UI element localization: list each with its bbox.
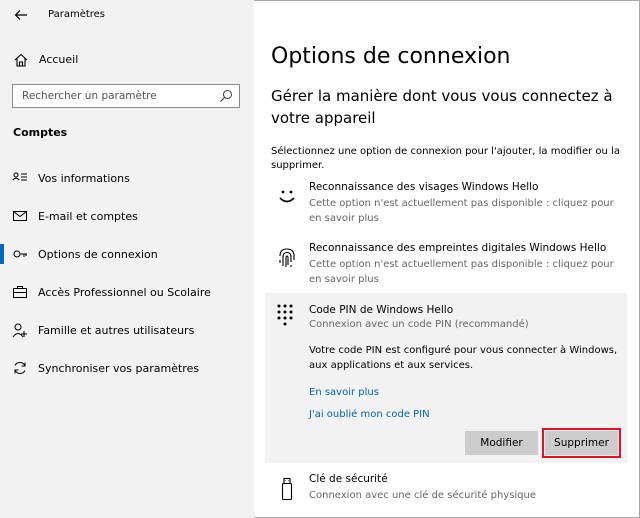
option-title: Reconnaissance des empreintes digitales … [309,242,607,254]
sidebar-item-label: Synchroniser vos paramètres [38,362,200,375]
sidebar-item-home[interactable]: Accueil [0,48,254,72]
subheading: Gérer la manière dont vous vous connecte… [271,87,613,127]
people-icon [12,323,27,338]
sidebar-item-acces-pro[interactable]: Accès Professionnel ou Scolaire [0,277,254,307]
sidebar-item-label: Vos informations [38,172,130,185]
section-label-comptes: Comptes [13,126,68,139]
app-title: Paramètres [48,9,106,20]
page-description: Sélectionnez une option de connexion pou… [271,146,620,171]
modify-button[interactable]: Modifier [465,431,538,455]
search-input[interactable] [13,85,213,107]
option-title: Clé de sécurité [309,473,388,485]
pin-subtitle: Connexion avec un code PIN (recommandé) [309,319,529,330]
sidebar-item-label: E-mail et comptes [38,210,138,223]
sidebar-item-label: Accès Professionnel ou Scolaire [38,286,211,299]
option-subtitle: Cette option n'est actuellement pas disp… [309,198,614,224]
sidebar-item-options-connexion[interactable]: Options de connexion [0,239,254,269]
briefcase-icon [13,286,27,298]
sidebar-item-label: Options de connexion [38,248,158,261]
fingerprint-icon [279,248,295,268]
sidebar-item-vos-informations[interactable]: Vos informations [0,163,254,193]
back-button[interactable] [10,5,32,25]
sidebar-item-synchroniser[interactable]: Synchroniser vos paramètres [0,353,254,383]
face-icon [279,190,295,203]
option-title: Reconnaissance des visages Windows Hello [309,181,539,193]
option-security-key[interactable]: Clé de sécurité Connexion avec une clé d… [271,473,626,509]
pin-description: Votre code PIN est configuré pour vous c… [309,345,618,371]
active-indicator [0,244,4,264]
keypad-icon [277,304,293,326]
sidebar-home-label: Accueil [39,53,79,66]
sync-icon [14,362,26,374]
person-card-icon [12,172,27,181]
option-fingerprint[interactable]: Reconnaissance des empreintes digitales … [271,242,626,290]
pin-title: Code PIN de Windows Hello [309,304,454,316]
option-face-recognition[interactable]: Reconnaissance des visages Windows Hello… [271,181,626,229]
search-icon[interactable] [219,89,233,103]
delete-button[interactable]: Supprimer [542,428,621,458]
back-arrow-icon [14,10,27,20]
option-subtitle: Connexion avec une clé de sécurité physi… [309,490,537,501]
sidebar-item-email[interactable]: E-mail et comptes [0,201,254,231]
mail-icon [13,211,27,221]
sidebar-item-famille[interactable]: Famille et autres utilisateurs [0,315,254,345]
main-content: Options de connexion Gérer la manière do… [254,0,640,518]
key-icon [13,250,27,258]
search-box [12,84,240,108]
learn-more-link[interactable]: En savoir plus [309,387,379,398]
option-subtitle: Cette option n'est actuellement pas disp… [309,259,614,285]
usb-key-icon [281,477,293,501]
forgot-pin-link[interactable]: J'ai oublié mon code PIN [309,409,430,420]
home-icon [14,53,28,67]
page-title: Options de connexion [271,44,511,69]
sidebar-item-label: Famille et autres utilisateurs [38,324,195,337]
sidebar: Paramètres Accueil Comptes Vos informati… [0,0,254,518]
title-bar: Paramètres [0,0,254,30]
pin-panel: Code PIN de Windows Hello Connexion avec… [265,293,627,463]
